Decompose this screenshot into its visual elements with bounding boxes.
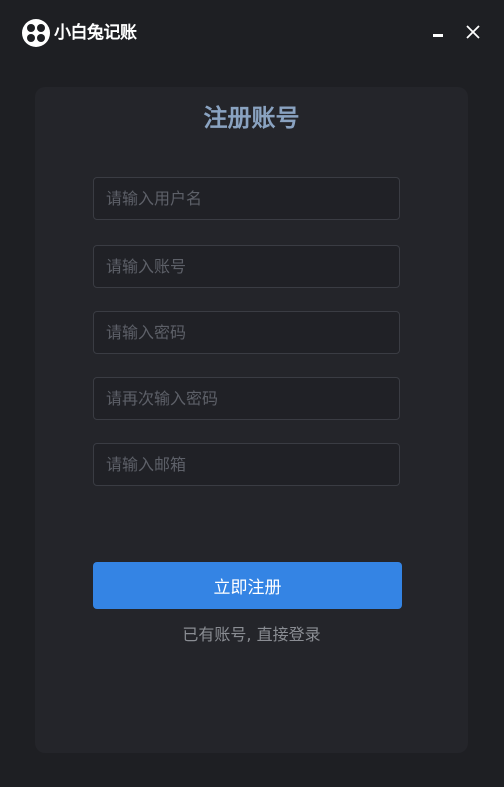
email-input[interactable] bbox=[93, 443, 400, 486]
login-link[interactable]: 已有账号, 直接登录 bbox=[35, 624, 468, 646]
username-input[interactable] bbox=[93, 177, 400, 220]
register-button[interactable]: 立即注册 bbox=[93, 562, 402, 609]
close-icon bbox=[466, 25, 480, 39]
app-title: 小白兔记账 bbox=[54, 23, 137, 43]
account-input[interactable] bbox=[93, 245, 400, 288]
password-input[interactable] bbox=[93, 311, 400, 354]
close-button[interactable] bbox=[463, 22, 483, 42]
register-card: 注册账号 立即注册 已有账号, 直接登录 bbox=[35, 87, 468, 753]
app-logo-icon bbox=[22, 19, 50, 47]
app-window: 小白兔记账 注册账号 立即注册 已有账号, 直接登录 bbox=[0, 0, 504, 787]
minimize-icon bbox=[433, 34, 443, 37]
title-bar[interactable]: 小白兔记账 bbox=[0, 0, 504, 64]
minimize-button[interactable] bbox=[428, 24, 448, 44]
confirm-password-input[interactable] bbox=[93, 377, 400, 420]
form-title: 注册账号 bbox=[203, 104, 300, 132]
